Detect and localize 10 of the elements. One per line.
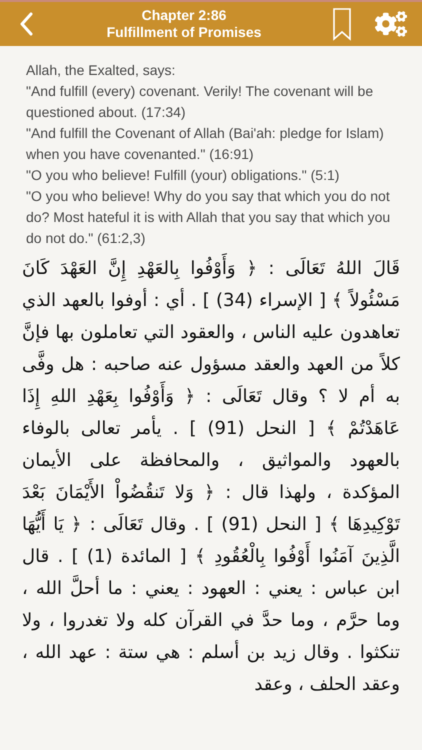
arabic-paragraph: قَالَ اللهُ تَعَالَى : ﴿ وَأَوْفُوا بِالعَهْدِ إِنَّ العَهْدَ كَانَ مَسْئُولاً ﴾ [ الإسراء (34) ] . أي : أوفوا بالعهد الذي تعاهدون عليه الناس ، والعقود التي تعاملون بها فإنَّ كلاً من العهد والعقد مسؤول عنه صاحبه : هل وفَّى به أم لا ؟ وقال تَعَالَى : ﴿ وَأَوْفُوا بِعَهْدِ اللهِ إِذَا عَاهَدْتُمْ ﴾ [ النحل (91) ] . يأمر تعالى بالوفاء بالعهود والمواثيق ، والمحافظة على الأيمان المؤكدة ، ولهذا قال : ﴿ وَلا تَنقُضُواْ الأَيْمَانَ بَعْدَ تَوْكِيدِهَا ﴾ [ النحل (91) ] . وقال تَعَالَى : ﴿ يَا أَيُّهَا الَّذِينَ آمَنُوا أَوْفُوا بِالْعُقُودِ ﴾ [ المائدة (1) ] . قال ابن عباس : يعني : العهود : يعني : ما أحلَّ الله ، وما حرَّم ، وما حدَّ في القرآن كله ولا تغدروا ، ولا تنكثوا . وقال زيد بن أسلم : هي ستة : عهد الله ، وعقد الحلف ، وعقد xyxy=(0,249,422,701)
chapter-number: Chapter 2:86 xyxy=(142,6,226,24)
bookmark-icon xyxy=(332,7,352,41)
english-text-line: "O you who believe! Fulfill (your) obligations." (5:1) xyxy=(26,166,340,185)
english-text-line: "And fulfill (every) covenant. Verily! The covenant will be questioned about. (17:34) xyxy=(26,82,374,122)
english-text-line: Allah, the Exalted, says: xyxy=(26,61,176,80)
english-text-line: "And fulfill the Covenant of Allah (Bai'ah: pledge for Islam) when you have covenanted." (16:91) xyxy=(26,124,385,164)
english-text-line: "O you who believe! Why do you say that which you do not do? Most hateful it is with Allah that you say that which you do not do." (61:2,3) xyxy=(26,187,392,248)
chapter-title: Fulfillment of Promises xyxy=(106,24,262,42)
back-chevron-icon xyxy=(19,12,33,36)
